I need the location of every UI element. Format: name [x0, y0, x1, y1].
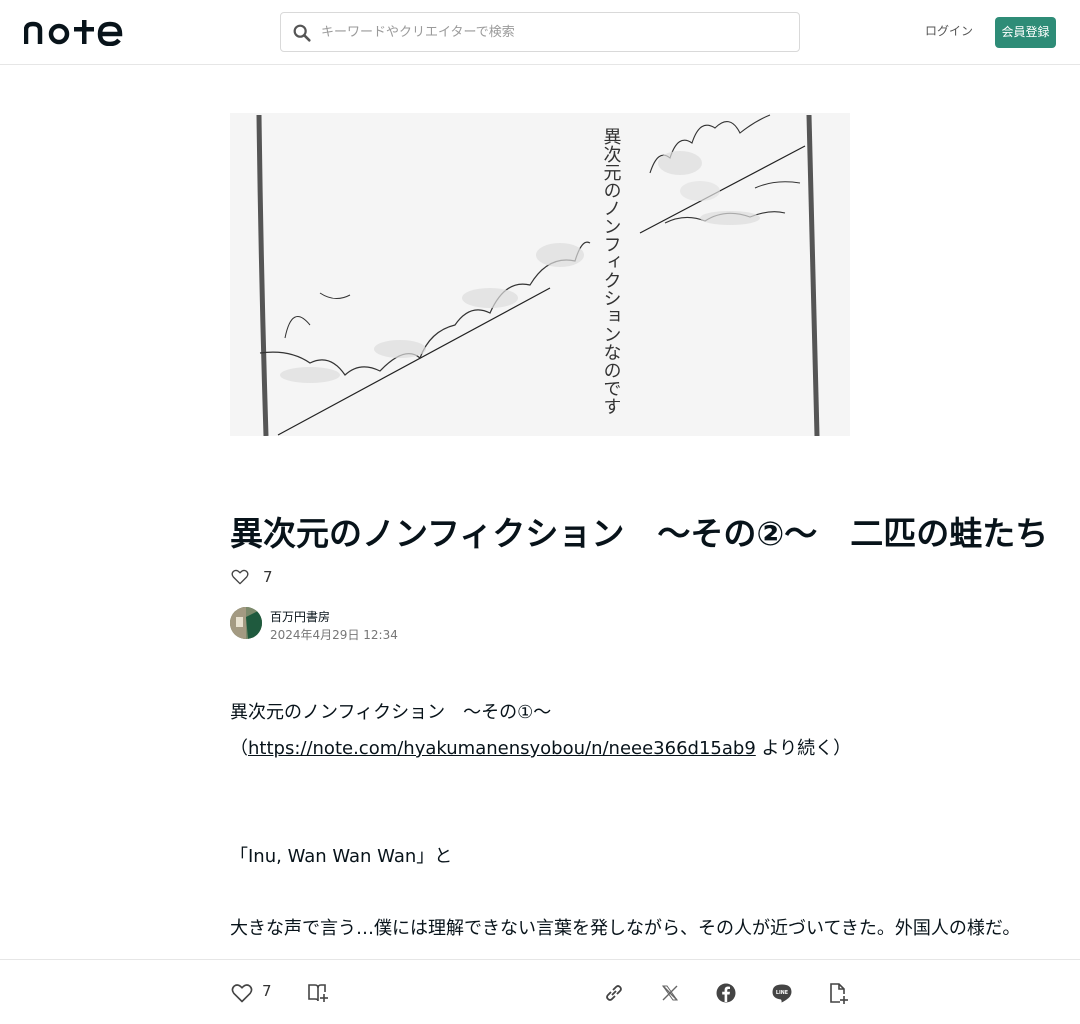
magazine-add-icon[interactable]: [306, 981, 330, 1005]
author-name[interactable]: 百万円書房: [270, 608, 330, 625]
paren-close-text: より続く）: [755, 738, 852, 759]
clip-icon[interactable]: [826, 981, 850, 1005]
x-icon[interactable]: [658, 981, 682, 1005]
login-link[interactable]: ログイン: [918, 22, 980, 39]
like-summary[interactable]: 7: [230, 566, 273, 588]
line-icon[interactable]: LINE: [770, 981, 794, 1005]
article-paragraph: 異次元のノンフィクション ～その①～: [230, 702, 552, 723]
link-icon[interactable]: [602, 981, 626, 1005]
search-input[interactable]: [321, 13, 791, 51]
search-icon: [293, 24, 311, 42]
bottom-action-bar: 7 LINE: [0, 959, 1080, 1024]
article-paragraph: 大きな声で言う…僕には理解できない言葉を発しながら、その人が近づいてきた。外国人…: [230, 918, 1021, 939]
bottom-like-count: 7: [262, 982, 272, 1000]
eyecatch-vertical-text: 異次元のノンフィクションなのです: [601, 127, 622, 415]
heart-icon[interactable]: [230, 567, 250, 587]
article-paragraph: （https://note.com/hyakumanensyobou/n/nee…: [230, 736, 851, 762]
avatar[interactable]: [230, 607, 262, 639]
svg-text:LINE: LINE: [776, 990, 788, 996]
heart-icon[interactable]: [230, 981, 254, 1005]
eyecatch-image: 異次元のノンフィクションなのです: [230, 113, 850, 436]
note-logo[interactable]: [24, 18, 124, 46]
article-title: 異次元のノンフィクション ～その②～ 二匹の蛙たち: [230, 514, 1049, 553]
article-link[interactable]: https://note.com/hyakumanensyobou/n/neee…: [248, 738, 756, 759]
paren-open: （: [230, 738, 248, 759]
post-date: 2024年4月29日 12:34: [270, 628, 398, 642]
article-paragraph: 「Inu, Wan Wan Wan」と: [230, 846, 453, 867]
search-box[interactable]: [280, 12, 800, 52]
facebook-icon[interactable]: [714, 981, 738, 1005]
signup-button[interactable]: 会員登録: [995, 17, 1056, 48]
like-count: 7: [263, 568, 273, 586]
site-header: ログイン 会員登録: [0, 0, 1080, 65]
